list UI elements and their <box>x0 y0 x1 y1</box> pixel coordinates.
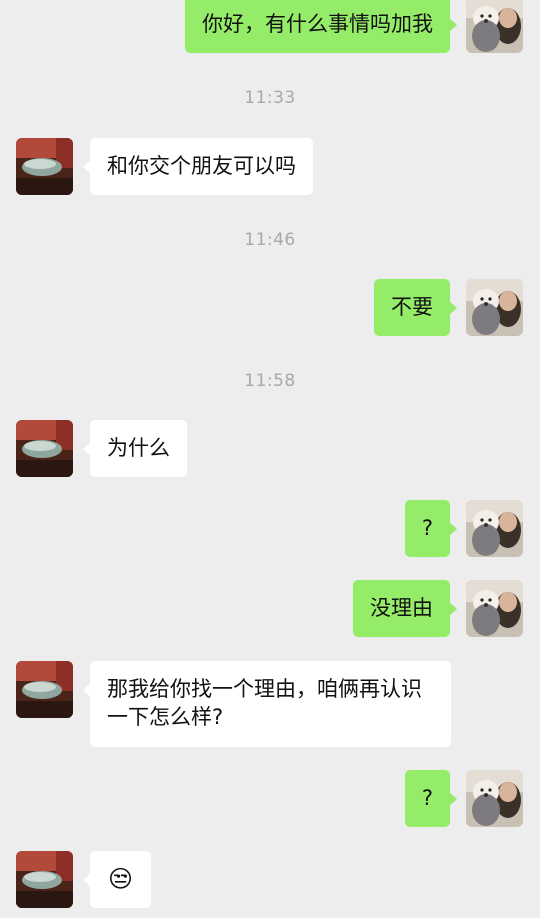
chat-message-list[interactable]: 你好，有什么事情吗加我 11:33 和你交个朋友可以吗 11:46 不要 11:… <box>0 0 540 918</box>
contact-photo-avatar-icon <box>16 851 73 908</box>
my-avatar[interactable] <box>466 0 523 53</box>
message-text: 你好，有什么事情吗加我 <box>202 12 433 36</box>
dog-photo-avatar-icon <box>466 0 523 53</box>
timestamp: 11:46 <box>244 230 296 250</box>
incoming-message-bubble[interactable]: 那我给你找一个理由，咱俩再认识一下怎么样? <box>83 661 451 747</box>
contact-avatar[interactable] <box>16 851 73 908</box>
outgoing-message-bubble[interactable]: 不要 <box>374 279 457 336</box>
message-text: 和你交个朋友可以吗 <box>107 154 296 178</box>
timestamp: 11:33 <box>244 88 296 108</box>
contact-avatar[interactable] <box>16 420 73 477</box>
timestamp: 11:58 <box>244 371 296 391</box>
incoming-message-bubble[interactable]: 和你交个朋友可以吗 <box>83 138 313 195</box>
unamused-face-emoji-icon: 😒 <box>108 865 134 893</box>
message-text: ? <box>421 786 433 810</box>
contact-photo-avatar-icon <box>16 661 73 718</box>
message-text: 为什么 <box>107 436 170 460</box>
dog-photo-avatar-icon <box>466 500 523 557</box>
message-text: 那我给你找一个理由，咱俩再认识一下怎么样? <box>107 677 422 729</box>
my-avatar[interactable] <box>466 580 523 637</box>
outgoing-message-bubble[interactable]: 没理由 <box>353 580 457 637</box>
contact-photo-avatar-icon <box>16 420 73 477</box>
my-avatar[interactable] <box>466 279 523 336</box>
contact-avatar[interactable] <box>16 138 73 195</box>
message-text: 不要 <box>391 295 433 319</box>
message-text: 没理由 <box>370 596 433 620</box>
incoming-message-bubble[interactable]: 😒 <box>82 851 152 908</box>
message-text: ? <box>421 516 433 540</box>
contact-avatar[interactable] <box>16 661 73 718</box>
dog-photo-avatar-icon <box>466 279 523 336</box>
contact-photo-avatar-icon <box>16 138 73 195</box>
my-avatar[interactable] <box>466 770 523 827</box>
dog-photo-avatar-icon <box>466 580 523 637</box>
dog-photo-avatar-icon <box>466 770 523 827</box>
my-avatar[interactable] <box>466 500 523 557</box>
outgoing-message-bubble[interactable]: ? <box>404 500 458 557</box>
outgoing-message-bubble[interactable]: ? <box>404 770 458 827</box>
incoming-message-bubble[interactable]: 为什么 <box>83 420 187 477</box>
outgoing-message-bubble[interactable]: 你好，有什么事情吗加我 <box>185 0 457 53</box>
